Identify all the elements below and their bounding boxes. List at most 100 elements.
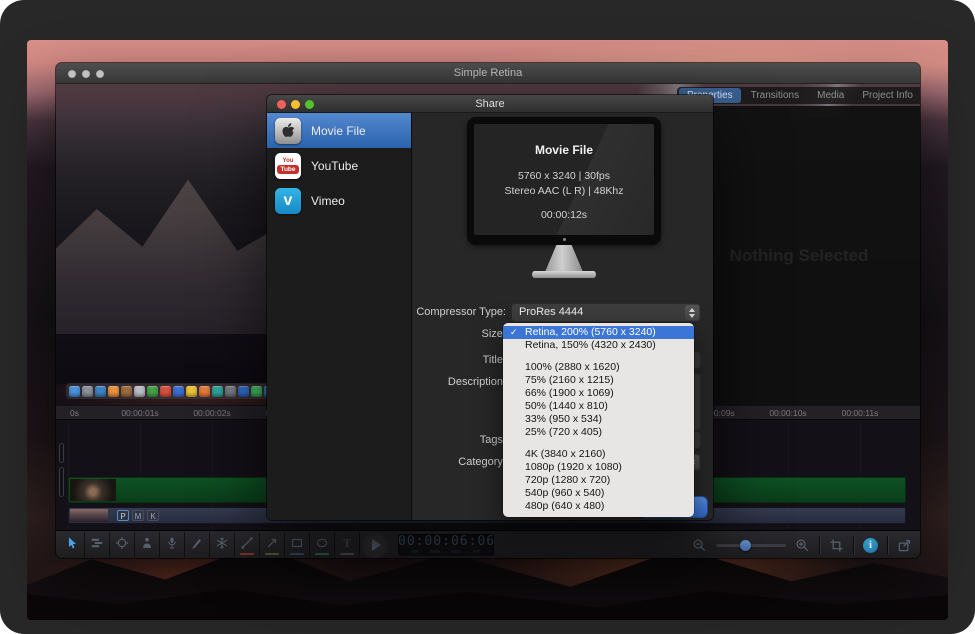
destination-youtube[interactable]: YouTubeYouTube xyxy=(267,148,411,183)
destination-movie-file[interactable]: Movie File xyxy=(267,113,411,148)
ellipse-tool-button[interactable] xyxy=(310,532,335,557)
timecode-value: 00:00:06:06 xyxy=(398,534,494,549)
freeze-frame-tool-button[interactable] xyxy=(210,532,235,557)
category-label: Category: xyxy=(413,456,506,468)
microphone-tool-button[interactable] xyxy=(160,532,185,557)
toolbar-divider xyxy=(819,536,820,554)
dock-app-icon xyxy=(212,386,223,397)
toolbar-divider-3 xyxy=(887,536,888,554)
size-option-1080p-1920-x-1080[interactable]: 1080p (1920 x 1080) xyxy=(503,461,694,474)
line-tool-button[interactable] xyxy=(235,532,260,557)
checkmark-icon: ✓ xyxy=(510,326,518,339)
export-preview-monitor: Movie File 5760 x 3240 | 30fps Stereo AA… xyxy=(467,117,661,279)
compressor-type-label: Compressor Type: xyxy=(413,306,506,318)
rectangle-tool-button[interactable] xyxy=(285,532,310,557)
text-tool-button[interactable]: T xyxy=(335,532,360,557)
title-label: Title: xyxy=(413,354,506,366)
pen-icon xyxy=(190,536,204,553)
dock-app-icon xyxy=(69,386,80,397)
timecode-unit-label: SEC xyxy=(451,549,462,554)
size-option-retina-150-4320-x-2430[interactable]: Retina, 150% (4320 x 2430) xyxy=(503,339,694,352)
destination-label: Movie File xyxy=(311,124,366,138)
zoom-in-icon[interactable] xyxy=(795,538,810,553)
monitor-base xyxy=(532,271,596,278)
app-titlebar: Simple Retina xyxy=(56,63,920,84)
select-tool-button[interactable] xyxy=(60,532,85,557)
tool-color-underline xyxy=(290,553,304,555)
rect-icon xyxy=(290,536,304,553)
svg-text:T: T xyxy=(344,538,351,550)
clip-option-button-p[interactable]: P xyxy=(117,510,129,521)
size-option-50-1440-x-810[interactable]: 50% (1440 x 810) xyxy=(503,400,694,413)
timecode-units: HRMINSECFR xyxy=(398,549,494,554)
pan-zoom-tool-button[interactable] xyxy=(110,532,135,557)
size-option-retina-200-5760-x-3240[interactable]: ✓Retina, 200% (5760 x 3240) xyxy=(503,326,694,339)
dock-app-icon xyxy=(173,386,184,397)
text-icon: T xyxy=(340,536,354,553)
size-option-label: 50% (1440 x 810) xyxy=(525,400,608,412)
callout-tool-button[interactable] xyxy=(185,532,210,557)
dock-app-icon xyxy=(160,386,171,397)
play-button[interactable] xyxy=(362,532,388,558)
monitor-screen: Movie File 5760 x 3240 | 30fps Stereo AA… xyxy=(474,124,654,235)
track-header-pill[interactable] xyxy=(59,443,64,463)
size-option-label: 480p (640 x 480) xyxy=(525,500,604,512)
size-option-100-2880-x-1620[interactable]: 100% (2880 x 1620) xyxy=(503,361,694,374)
share-dialog-content: Movie File 5760 x 3240 | 30fps Stereo AA… xyxy=(413,113,713,520)
ruler-tick-label: 00:00:02s xyxy=(193,408,230,418)
window-title: Simple Retina xyxy=(56,67,920,79)
tab-media[interactable]: Media xyxy=(809,88,852,103)
monitor-stand xyxy=(545,245,583,272)
track-header-pill-2[interactable] xyxy=(59,467,64,497)
timecode-unit-label: FR xyxy=(473,549,480,554)
size-option-label: Retina, 150% (4320 x 2430) xyxy=(525,339,656,351)
size-option-4k-3840-x-2160[interactable]: 4K (3840 x 2160) xyxy=(503,448,694,461)
compressor-type-popup[interactable]: ProRes 4444 xyxy=(511,303,701,322)
size-dropdown-menu: ✓Retina, 200% (5760 x 3240)Retina, 150% … xyxy=(503,323,694,517)
dock-app-icon xyxy=(147,386,158,397)
properties-panel: Nothing Selected xyxy=(677,106,920,405)
destination-label: Vimeo xyxy=(311,194,345,208)
tool-color-underline xyxy=(315,553,329,555)
dock-app-icon xyxy=(108,386,119,397)
size-option-720p-1280-x-720[interactable]: 720p (1280 x 720) xyxy=(503,474,694,487)
gesture-tool-button[interactable] xyxy=(135,532,160,557)
mic-icon xyxy=(165,536,179,553)
size-option-label: 25% (720 x 405) xyxy=(525,426,602,438)
clip-thumbnail-landscape xyxy=(70,509,108,522)
person-icon xyxy=(140,536,154,553)
size-option-label: 66% (1900 x 1069) xyxy=(525,387,614,399)
monitor-bezel: Movie File 5760 x 3240 | 30fps Stereo AA… xyxy=(467,117,661,245)
dock-app-icon xyxy=(225,386,236,397)
size-option-66-1900-x-1069[interactable]: 66% (1900 x 1069) xyxy=(503,387,694,400)
ruler-tick-label: 00:00:01s xyxy=(121,408,158,418)
timeline-zoom-slider[interactable] xyxy=(716,544,786,547)
export-icon[interactable] xyxy=(897,538,912,553)
tab-project-info[interactable]: Project Info xyxy=(854,88,920,103)
device-frame: Simple Retina PropertiesTransitionsMedia… xyxy=(0,0,975,634)
info-icon[interactable]: i xyxy=(863,538,878,553)
size-option-25-720-x-405[interactable]: 25% (720 x 405) xyxy=(503,426,694,439)
size-label: Size: xyxy=(413,328,506,340)
timecode-display: 00:00:06:06 HRMINSECFR xyxy=(398,534,494,556)
popup-stepper-icon xyxy=(685,305,699,320)
toolbar-divider-2 xyxy=(853,536,854,554)
size-option-540p-960-x-540[interactable]: 540p (960 x 540) xyxy=(503,487,694,500)
size-option-480p-640-x-480[interactable]: 480p (640 x 480) xyxy=(503,500,694,513)
clips-tool-button[interactable] xyxy=(85,532,110,557)
size-option-75-2160-x-1215[interactable]: 75% (2160 x 1215) xyxy=(503,374,694,387)
arrow-tool-button[interactable] xyxy=(260,532,285,557)
clip-option-button-m[interactable]: M xyxy=(132,510,144,521)
clip-option-button-k[interactable]: K xyxy=(147,510,159,521)
destination-label: YouTube xyxy=(311,159,358,173)
share-dialog-titlebar: Share xyxy=(267,95,713,113)
share-dialog-title: Share xyxy=(267,98,713,110)
zoom-out-icon[interactable] xyxy=(692,538,707,553)
timecode-unit-label: HR xyxy=(412,549,420,554)
tab-transitions[interactable]: Transitions xyxy=(743,88,808,103)
destination-vimeo[interactable]: vVimeo xyxy=(267,183,411,218)
zoom-slider-knob[interactable] xyxy=(740,540,751,551)
size-option-33-950-x-534[interactable]: 33% (950 x 534) xyxy=(503,413,694,426)
crop-icon[interactable] xyxy=(829,538,844,553)
share-dialog: Share Movie File YouTubeYouTubevVimeo Mov… xyxy=(267,95,713,520)
